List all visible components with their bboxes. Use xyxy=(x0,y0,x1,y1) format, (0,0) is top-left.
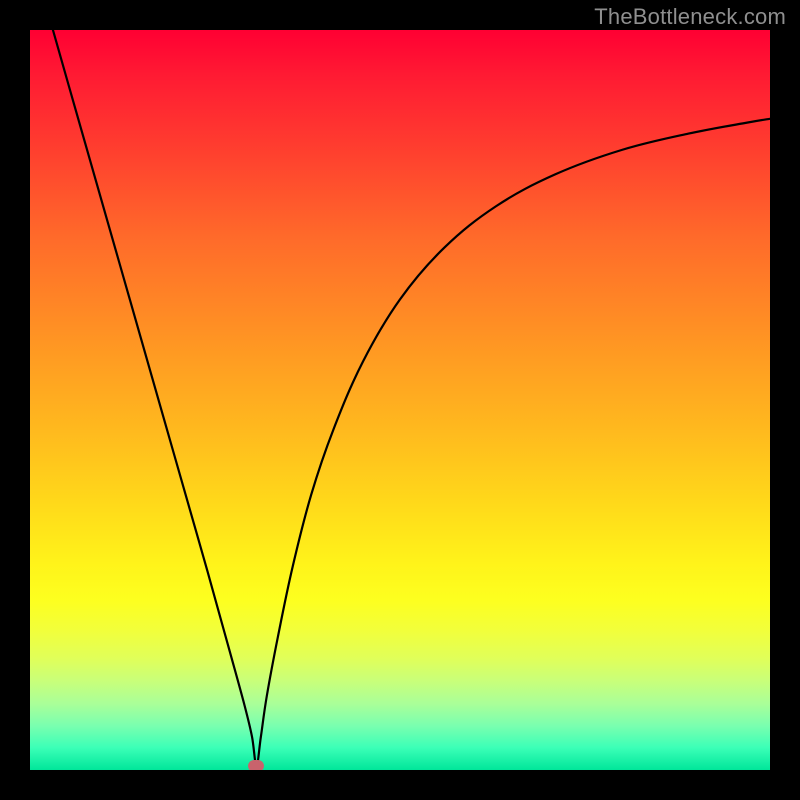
plot-area xyxy=(30,30,770,770)
bottleneck-curve xyxy=(30,30,770,770)
chart-frame: TheBottleneck.com xyxy=(0,0,800,800)
watermark-label: TheBottleneck.com xyxy=(594,4,786,30)
minimum-marker-icon xyxy=(248,760,264,770)
